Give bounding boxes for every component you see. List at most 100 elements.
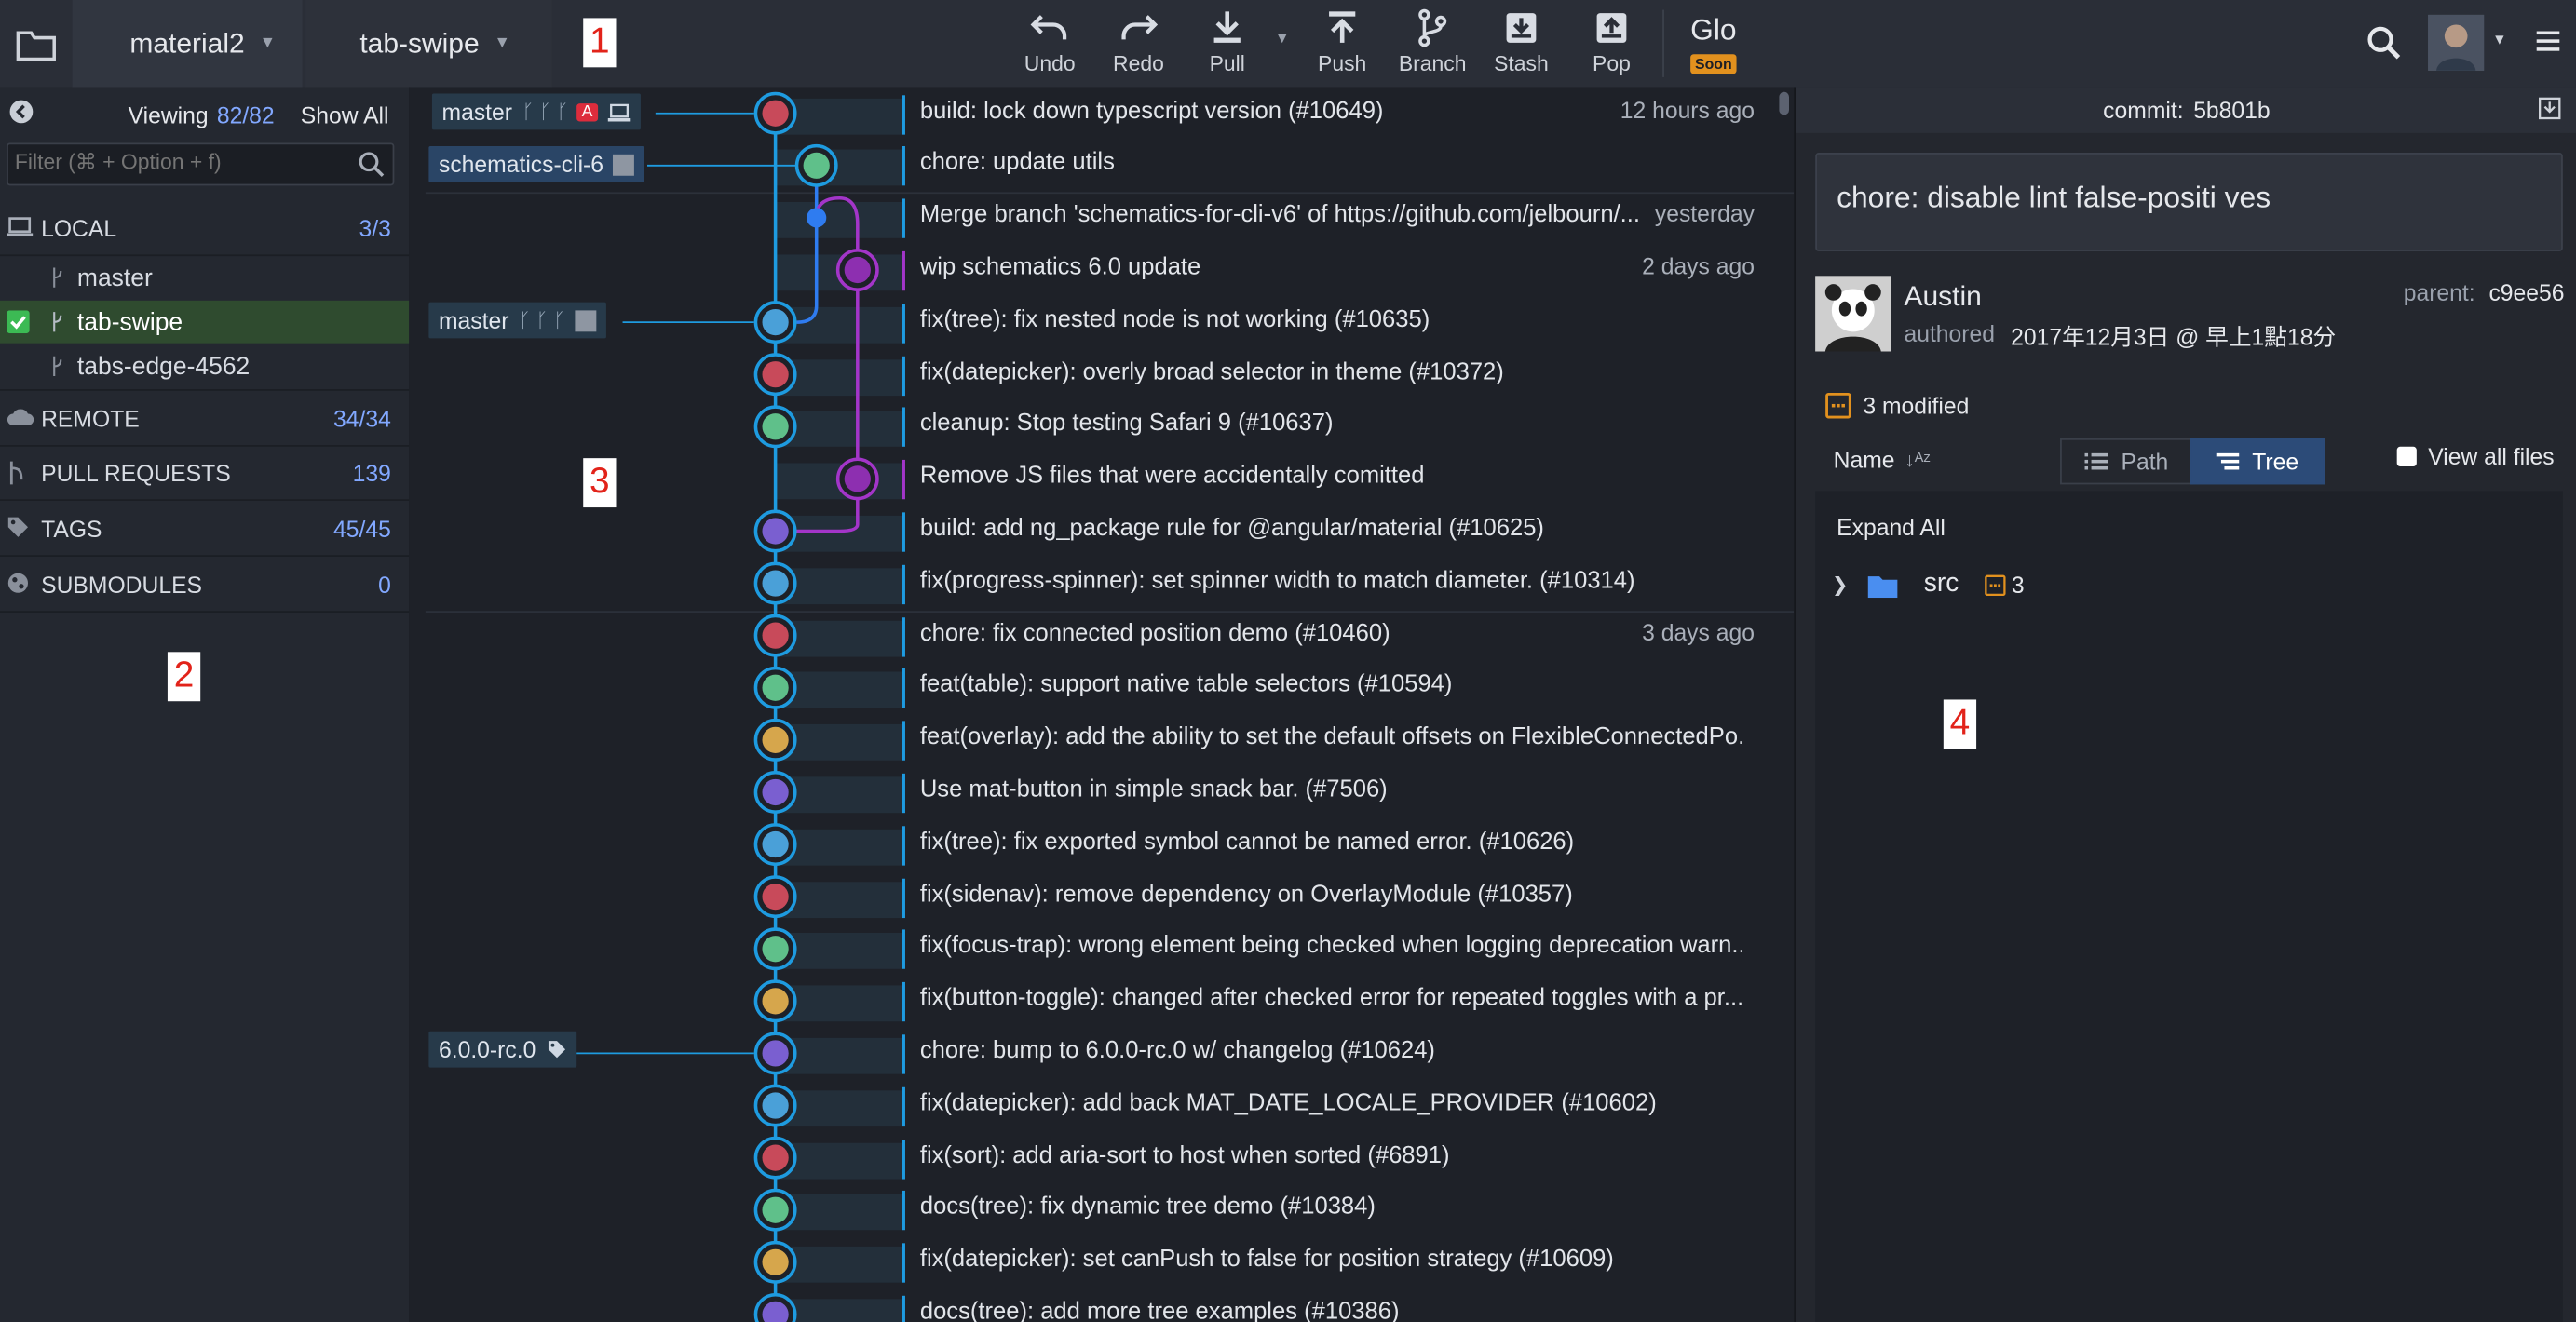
section-tags[interactable]: TAGS 45/45	[0, 501, 410, 557]
cloud-icon	[7, 409, 34, 425]
undo-button[interactable]: Undo	[1006, 7, 1094, 82]
glo-button[interactable]: Glo Soon	[1686, 13, 1742, 77]
filter-input[interactable]	[7, 144, 350, 180]
annotation-label: 1	[583, 18, 617, 68]
commit-author-avatar	[762, 1196, 789, 1223]
section-local-count: 3/3	[359, 214, 391, 241]
ref-schematics-cli-6[interactable]: schematics-cli-6	[428, 145, 645, 182]
annotation-label: 3	[583, 458, 617, 508]
tag-icon	[7, 517, 28, 537]
branch-item-master[interactable]: master	[0, 256, 409, 299]
tab-tree[interactable]: Tree	[2190, 438, 2325, 485]
folder-icon	[16, 30, 56, 61]
commit-author-avatar	[762, 988, 789, 1015]
push-icon	[1329, 11, 1356, 43]
pull-button[interactable]: Pull	[1183, 7, 1271, 82]
commit-author-avatar	[844, 465, 871, 492]
main-menu-button[interactable]	[2536, 28, 2563, 62]
section-local[interactable]: LOCAL 3/3	[0, 200, 410, 257]
branch-item-tabs-edge-4562[interactable]: tabs-edge-4562	[0, 344, 409, 387]
ref-tag-6.0.0-rc.0[interactable]: 6.0.0-rc.0	[428, 1031, 577, 1068]
author-avatar	[1815, 276, 1891, 352]
search-button[interactable]	[2366, 24, 2402, 69]
commit-author-avatar	[762, 1144, 789, 1171]
repo-name: material2	[129, 27, 245, 59]
section-remote[interactable]: REMOTE 34/34	[0, 389, 410, 447]
user-avatar[interactable]	[2428, 14, 2485, 71]
avatar-icon	[575, 309, 597, 331]
ref-master-top[interactable]: master ᚴ ᚴ ᚴ A	[431, 93, 641, 130]
ref-master[interactable]: master ᚴ ᚴ ᚴ	[428, 302, 607, 339]
modified-file-icon	[1825, 392, 1851, 419]
branch-item-tab-swipe[interactable]: tab-swipe	[0, 300, 410, 344]
commit-header: commit: 5b801b	[1796, 87, 2576, 133]
view-all-files-toggle[interactable]: View all files	[2396, 435, 2555, 478]
repo-selector[interactable]: material2 ▼	[72, 0, 303, 88]
chevron-down-icon: ▼	[259, 34, 277, 53]
submodule-icon	[7, 573, 28, 593]
branch-icon	[53, 267, 62, 288]
viewing-bar: Viewing 82/82 Show All	[0, 97, 409, 133]
view-all-checkbox[interactable]	[2396, 446, 2417, 466]
pull-options-chevron-icon[interactable]: ▼	[1275, 30, 1290, 47]
collapse-panel-button[interactable]	[8, 99, 34, 130]
pop-button[interactable]: Pop	[1567, 7, 1656, 82]
commit-author-avatar	[762, 308, 789, 336]
section-submodules-label: SUBMODULES	[41, 570, 203, 598]
parent-label: parent:	[2403, 278, 2475, 306]
branch-icon: ᚴ ᚴ ᚴ	[522, 100, 569, 124]
push-button[interactable]: Push	[1298, 7, 1387, 82]
pop-icon	[1596, 13, 1627, 43]
repo-folder-button[interactable]	[0, 0, 73, 87]
show-all-button[interactable]: Show All	[301, 101, 389, 128]
download-icon[interactable]	[2538, 97, 2561, 120]
commit-detail-panel: commit: 5b801b chore: disable lint false…	[1794, 87, 2576, 1322]
folder-name: src	[1923, 570, 1959, 599]
commit-author-avatar	[762, 778, 789, 806]
commit-summary-box[interactable]: chore: disable lint false-positi ves	[1815, 153, 2563, 251]
section-pull-requests[interactable]: PULL REQUESTS 139	[0, 445, 410, 502]
commit-author-avatar	[762, 518, 789, 545]
name-sort[interactable]: Name ↓ᴬᶻ	[1834, 438, 1931, 481]
commit-author-avatar	[762, 100, 789, 127]
undo-icon	[1030, 15, 1067, 40]
commit-author-avatar	[762, 884, 789, 911]
branch-button[interactable]: Branch	[1389, 7, 1477, 82]
user-menu-chevron-icon[interactable]: ▼	[2492, 32, 2507, 48]
stash-button[interactable]: Stash	[1477, 7, 1566, 82]
parent-sha[interactable]: c9ee56	[2488, 279, 2564, 305]
graph-scrollbar[interactable]	[1779, 91, 1789, 115]
tree-icon	[2216, 452, 2240, 470]
commit-author-avatar	[762, 830, 789, 858]
commit-sha[interactable]: 5b801b	[2193, 97, 2270, 123]
pull-icon	[1213, 11, 1241, 43]
tab-path[interactable]: Path	[2060, 438, 2193, 485]
section-pull-requests-count: 139	[352, 459, 391, 486]
branch-icon	[53, 356, 62, 376]
redo-icon	[1121, 15, 1159, 40]
section-submodules[interactable]: SUBMODULES 0	[0, 557, 410, 613]
angular-icon: A	[576, 102, 598, 121]
expand-all-button[interactable]: Expand All	[1837, 514, 1946, 540]
author-name: Austin	[1904, 280, 1982, 313]
laptop-icon	[7, 217, 34, 237]
glo-label: Glo	[1690, 13, 1737, 47]
branch-selector[interactable]: tab-swipe ▼	[305, 0, 552, 88]
commit-author-avatar	[762, 413, 789, 440]
left-panel: Viewing 82/82 Show All LOCAL 3/3 master …	[0, 87, 411, 1322]
chevron-down-icon: ▼	[494, 34, 511, 53]
viewing-label: Viewing	[128, 101, 209, 128]
tree-folder-src[interactable]: ❯ src 3	[1832, 563, 2025, 606]
search-icon	[2367, 26, 2401, 60]
section-local-label: LOCAL	[41, 214, 117, 241]
commit-author-avatar	[762, 570, 789, 597]
modified-summary: 3 modified	[1825, 392, 1969, 419]
branch-icon	[1418, 8, 1447, 47]
folder-modified-count: 3	[2011, 571, 2025, 599]
redo-button[interactable]: Redo	[1094, 7, 1183, 82]
hamburger-icon	[2536, 31, 2560, 51]
pull-request-icon	[9, 461, 23, 485]
commit-summary: chore: disable lint false-positi ves	[1837, 181, 2271, 214]
authored-date: 2017年12月3日 @ 早上1點18分	[2011, 323, 2337, 350]
branch-name: tab-swipe	[359, 27, 480, 59]
